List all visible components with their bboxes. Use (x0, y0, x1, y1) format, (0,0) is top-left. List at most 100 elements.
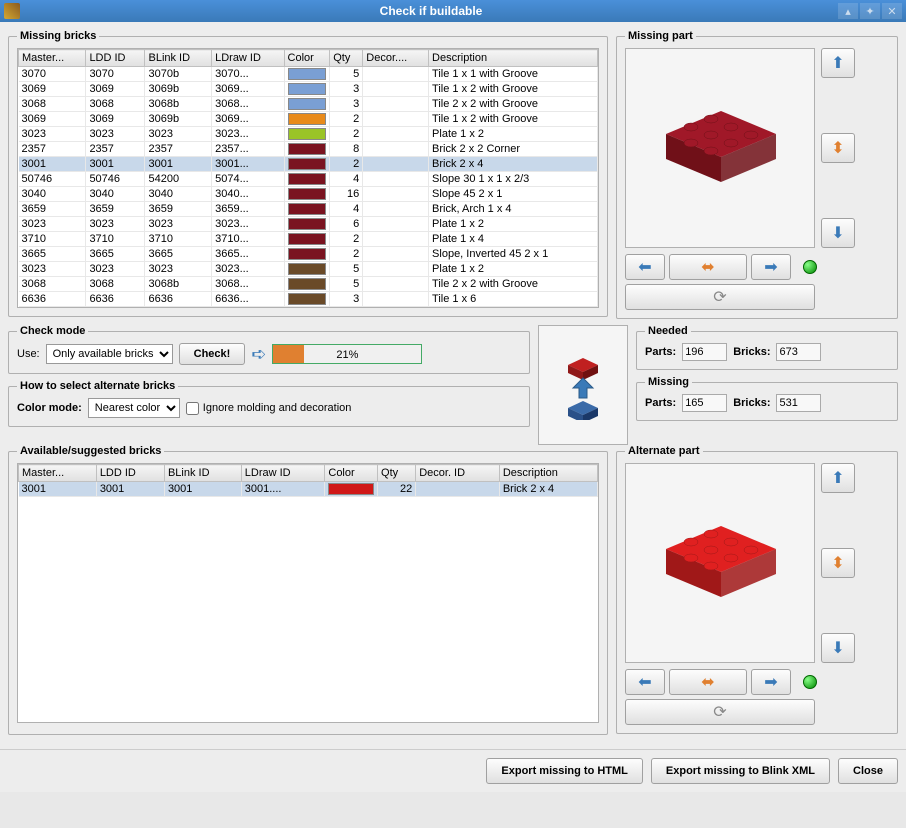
color-swatch (288, 173, 327, 185)
arrow-up-icon: ⬆ (831, 53, 844, 73)
table-row[interactable]: 3710371037103710...2Plate 1 x 4 (19, 232, 598, 247)
table-row[interactable]: 3023302330233023...5Plate 1 x 2 (19, 262, 598, 277)
needed-parts-value (682, 343, 727, 361)
alternate-mode-group: How to select alternate bricks Color mod… (8, 380, 530, 427)
table-row[interactable]: 3659365936593659...4Brick, Arch 1 x 4 (19, 202, 598, 217)
table-row[interactable]: 3023302330233023...6Plate 1 x 2 (19, 217, 598, 232)
color-swatch (288, 248, 327, 260)
column-header[interactable]: Description (499, 465, 597, 482)
alt-rotate-leftright-button[interactable]: ⬌ (669, 669, 747, 695)
column-header[interactable]: LDD ID (86, 50, 145, 67)
missing-bricks-label: Bricks: (733, 397, 770, 409)
table-row[interactable]: 306930693069b3069...3Tile 1 x 2 with Gro… (19, 82, 598, 97)
color-mode-select[interactable]: Nearest color (88, 398, 180, 418)
missing-bricks-table[interactable]: Master...LDD IDBLink IDLDraw IDColorQtyD… (18, 49, 598, 307)
missing-part-group: Missing part ⬆ ⬍ ⬇ (616, 30, 898, 319)
ignore-molding-label: Ignore molding and decoration (203, 402, 352, 414)
rotate-down-button[interactable]: ⬇ (821, 218, 855, 248)
column-header[interactable]: Decor.... (363, 50, 429, 67)
table-row[interactable]: 307030703070b3070...5Tile 1 x 1 with Gro… (19, 67, 598, 82)
arrow-left-icon: ⬅ (638, 257, 651, 277)
table-row[interactable]: 3001300130013001...2Brick 2 x 4 (19, 157, 598, 172)
close-button[interactable]: Close (838, 758, 898, 784)
table-row[interactable]: 3023302330233023...2Plate 1 x 2 (19, 127, 598, 142)
table-row[interactable]: 306930693069b3069...2Tile 1 x 2 with Gro… (19, 112, 598, 127)
arrow-left-icon: ⬅ (638, 672, 651, 692)
alternate-part-group: Alternate part ⬆ ⬍ ⬇ (616, 445, 898, 734)
color-swatch (288, 218, 327, 230)
column-header[interactable]: Color (284, 50, 330, 67)
table-row[interactable]: 306830683068b3068...5Tile 2 x 2 with Gro… (19, 277, 598, 292)
export-xml-button[interactable]: Export missing to Blink XML (651, 758, 830, 784)
check-mode-group: Check mode Use: Only available bricks Ch… (8, 325, 530, 374)
table-row[interactable]: 2357235723572357...8Brick 2 x 2 Corner (19, 142, 598, 157)
table-row[interactable]: 3035303530353035...1Plate 4 x 8 (19, 307, 598, 308)
alt-rotate-right-button[interactable]: ➡ (751, 669, 791, 695)
column-header[interactable]: Color (325, 465, 378, 482)
needed-bricks-label: Bricks: (733, 346, 770, 358)
check-mode-legend: Check mode (17, 325, 88, 337)
alt-rotate-updown-button[interactable]: ⬍ (821, 548, 855, 578)
column-header[interactable]: LDraw ID (212, 50, 284, 67)
alt-rotate-left-button[interactable]: ⬅ (625, 669, 665, 695)
rotate-up-button[interactable]: ⬆ (821, 48, 855, 78)
maximize-button[interactable]: ✦ (860, 3, 880, 19)
ignore-molding-checkbox[interactable] (186, 402, 199, 415)
check-button[interactable]: Check! (179, 343, 246, 365)
table-row[interactable]: 5074650746542005074...4Slope 30 1 x 1 x … (19, 172, 598, 187)
alternate-part-legend: Alternate part (625, 445, 703, 457)
missing-brick-icon (656, 99, 786, 189)
minimize-button[interactable]: ▴ (838, 3, 858, 19)
reload-alt-button[interactable]: ⟳ (625, 699, 815, 725)
table-row[interactable]: 3001300130013001....22Brick 2 x 4 (19, 482, 598, 497)
alt-rotate-down-button[interactable]: ⬇ (821, 633, 855, 663)
alternate-part-preview (625, 463, 815, 663)
table-row[interactable]: 3040304030403040...16Slope 45 2 x 1 (19, 187, 598, 202)
color-swatch (328, 483, 374, 495)
color-swatch (288, 98, 327, 110)
arrow-leftright-icon: ⬌ (701, 672, 714, 692)
missing-bricks-value (776, 394, 821, 412)
column-header[interactable]: Description (429, 50, 598, 67)
column-header[interactable]: LDD ID (96, 465, 164, 482)
use-select[interactable]: Only available bricks (46, 344, 173, 364)
missing-bricks-group: Missing bricks Master...LDD IDBLink IDLD… (8, 30, 608, 317)
column-header[interactable]: BLink ID (164, 465, 241, 482)
table-row[interactable]: 306830683068b3068...3Tile 2 x 2 with Gro… (19, 97, 598, 112)
reload-missing-button[interactable]: ⟳ (625, 284, 815, 310)
rotate-left-button[interactable]: ⬅ (625, 254, 665, 280)
reload-icon: ⟳ (713, 287, 726, 307)
color-swatch (288, 128, 327, 140)
available-bricks-table[interactable]: Master...LDD IDBLink IDLDraw IDColorQtyD… (18, 464, 598, 722)
rotate-leftright-button[interactable]: ⬌ (669, 254, 747, 280)
missing-bricks-legend: Missing bricks (17, 30, 99, 42)
arrow-down-icon: ⬇ (831, 223, 844, 243)
progress-bar: 21% (272, 344, 422, 364)
rotate-updown-button[interactable]: ⬍ (821, 133, 855, 163)
rotate-right-button[interactable]: ➡ (751, 254, 791, 280)
color-swatch (288, 203, 327, 215)
footer: Export missing to HTML Export missing to… (0, 749, 906, 792)
column-header[interactable]: LDraw ID (241, 465, 325, 482)
app-icon (4, 3, 20, 19)
column-header[interactable]: Master... (19, 465, 97, 482)
alt-rotate-up-button[interactable]: ⬆ (821, 463, 855, 493)
table-row[interactable]: 3665366536653665...2Slope, Inverted 45 2… (19, 247, 598, 262)
column-header[interactable]: Decor. ID (416, 465, 500, 482)
column-header[interactable]: Master... (19, 50, 86, 67)
column-header[interactable]: BLink ID (145, 50, 212, 67)
export-html-button[interactable]: Export missing to HTML (486, 758, 643, 784)
convert-brick-button[interactable] (538, 325, 628, 445)
missing-part-preview (625, 48, 815, 248)
close-window-button[interactable]: ✕ (882, 3, 902, 19)
use-label: Use: (17, 348, 40, 360)
arrow-down-icon: ⬇ (831, 638, 844, 658)
table-row[interactable]: 6636663666366636...3Tile 1 x 6 (19, 292, 598, 307)
column-header[interactable]: Qty (330, 50, 363, 67)
needed-parts-label: Parts: (645, 346, 676, 358)
needed-legend: Needed (645, 325, 691, 337)
needed-group: Needed Parts: Bricks: (636, 325, 898, 370)
column-header[interactable]: Qty (378, 465, 416, 482)
arrow-right-icon: ➡ (764, 257, 777, 277)
arrow-updown-icon: ⬍ (831, 138, 844, 158)
